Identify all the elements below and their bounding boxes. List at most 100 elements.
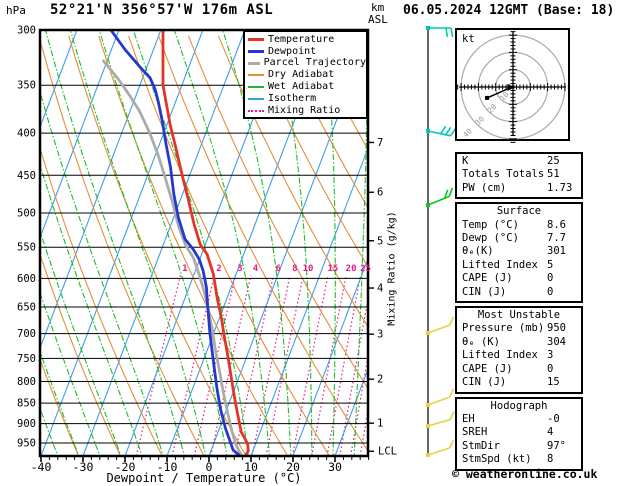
x-axis-title: Dewpoint / Temperature (°C) xyxy=(106,471,302,485)
mixing-ratio-line xyxy=(251,275,291,455)
stats-label: StmSpd (kt) xyxy=(462,453,532,466)
stats-label: θₑ(K) xyxy=(462,245,494,258)
wind-barb-column xyxy=(426,26,457,457)
legend-item: Dry Adiabat xyxy=(245,69,366,81)
legend-item: Isotherm xyxy=(245,93,366,105)
legend-item-label: Isotherm xyxy=(268,92,317,104)
wet-adiabat-line xyxy=(45,31,185,455)
stats-label: Dewp (°C) xyxy=(462,232,519,245)
barb-feather xyxy=(444,126,452,136)
wind-barb xyxy=(426,187,454,207)
stats-row: θₑ(K) 301 xyxy=(457,245,581,258)
stats-value: 950 xyxy=(547,322,566,335)
hodograph-trace-start-marker xyxy=(485,95,490,100)
stats-value: 3 xyxy=(547,349,554,362)
pressure-tick-label: 600 xyxy=(17,273,36,285)
stats-row: StmDir 97° xyxy=(457,440,581,453)
stats-label: K xyxy=(462,155,469,167)
legend-item-label: Wet Adiabat xyxy=(268,81,335,93)
pressure-tick-label: 850 xyxy=(17,398,36,410)
mixing-ratio-line xyxy=(311,275,347,455)
stats-value: 97° xyxy=(547,439,566,452)
wind-barb xyxy=(426,411,455,428)
stats-label: EH xyxy=(462,412,475,425)
legend-item: Temperature xyxy=(245,34,366,46)
stats-value: 5 xyxy=(547,258,554,271)
wind-barb xyxy=(426,439,455,457)
stats-row: Dewp (°C) 7.7 xyxy=(457,232,581,245)
stats-value: 8 xyxy=(547,453,554,466)
barb-shaft xyxy=(427,396,450,406)
stats-row: EH -0 xyxy=(457,413,581,426)
legend-box: Temperature Dewpoint Parcel Trajectory Dry … xyxy=(243,30,368,119)
pressure-tick-label: 450 xyxy=(17,170,36,182)
barb-shaft xyxy=(427,324,450,334)
hodograph-panel: 10203040 kt xyxy=(455,28,570,143)
stats-label: PW (cm) xyxy=(462,181,507,194)
stats-row: CAPE (J) 0 xyxy=(457,272,581,285)
legend-item-label: Parcel Trajectory xyxy=(263,57,366,69)
stats-table-title: Most Unstable xyxy=(477,309,561,322)
stats-row: SREH 4 xyxy=(457,426,581,439)
stats-value: -0 xyxy=(547,412,560,425)
temp-tick-label: -40 xyxy=(31,460,52,474)
legend-swatch xyxy=(248,97,264,100)
km-tick-label: 2 xyxy=(377,374,383,386)
copyright: © weatheronline.co.uk xyxy=(452,467,598,481)
stats-row: Temp (°C) 8.6 xyxy=(457,219,581,232)
wind-barb xyxy=(426,316,455,335)
stats-value: 1.73 xyxy=(547,181,573,194)
barb-feather xyxy=(448,187,454,197)
barb-feather xyxy=(449,411,455,420)
stats-row: Pressure (mb) 950 xyxy=(457,322,581,335)
stats-value: 0 xyxy=(547,362,554,375)
stats-label: CAPE (J) xyxy=(462,272,513,285)
pressure-tick-label: 350 xyxy=(17,80,36,92)
legend-swatch xyxy=(248,74,264,77)
stats-label: StmDir xyxy=(462,439,500,452)
hodograph-ring-label: 40 xyxy=(461,126,474,139)
mixing-ratio-label: 20 xyxy=(346,264,357,274)
stats-table-title: Hodograph xyxy=(490,399,548,412)
barb-feather xyxy=(448,316,455,326)
pressure-tick-label: 300 xyxy=(17,25,36,37)
km-tick-label: 7 xyxy=(377,137,383,149)
legend-item-label: Temperature xyxy=(268,33,335,45)
stats-tables: K 25 Totals Totals 51 PW (cm) 1.73 Surface Temp… xyxy=(455,152,583,474)
wind-barb xyxy=(426,125,457,137)
stats-row: θₑ (K) 304 xyxy=(457,336,581,349)
legend-item: Wet Adiabat xyxy=(245,81,366,93)
mixing-ratio-label: 15 xyxy=(327,264,338,274)
stats-value: 304 xyxy=(547,335,566,348)
barb-shaft xyxy=(427,447,451,456)
pressure-tick-label: 700 xyxy=(17,328,36,340)
barb-shaft xyxy=(427,418,451,427)
legend-item-label: Mixing Ratio xyxy=(268,104,341,116)
barb-shaft xyxy=(427,195,450,206)
stats-label: Pressure (mb) xyxy=(462,322,545,335)
km-tick-label: 6 xyxy=(377,187,383,199)
stats-label: CIN (J) xyxy=(462,376,507,389)
stats-row: K 25 xyxy=(457,155,581,168)
lcl-label: LCL xyxy=(378,446,397,458)
stats-table-title: Surface xyxy=(496,205,542,218)
pressure-tick-label: 500 xyxy=(17,208,36,220)
legend-swatch xyxy=(248,109,264,112)
mixing-ratio-label: 25 xyxy=(360,264,371,274)
wet-adiabat-line xyxy=(41,93,164,455)
stats-value: 51 xyxy=(547,168,560,181)
pressure-tick-label: 900 xyxy=(17,418,36,430)
stats-label: CIN (J) xyxy=(462,285,507,298)
mixing-ratio-label: 2 xyxy=(216,264,221,274)
stats-value: 0 xyxy=(547,285,554,298)
stats-row: CIN (J) 0 xyxy=(457,286,581,299)
stats-row: CAPE (J) 0 xyxy=(457,363,581,376)
stats-value: 25 xyxy=(547,155,560,167)
km-tick-label: 1 xyxy=(377,418,383,430)
stats-row: Totals Totals 51 xyxy=(457,168,581,181)
barb-feather xyxy=(439,125,447,135)
pressure-tick-label: 800 xyxy=(17,376,36,388)
legend-item: Dewpoint xyxy=(245,46,366,58)
legend-item: Parcel Trajectory xyxy=(245,58,366,70)
stats-value: 4 xyxy=(547,426,554,439)
